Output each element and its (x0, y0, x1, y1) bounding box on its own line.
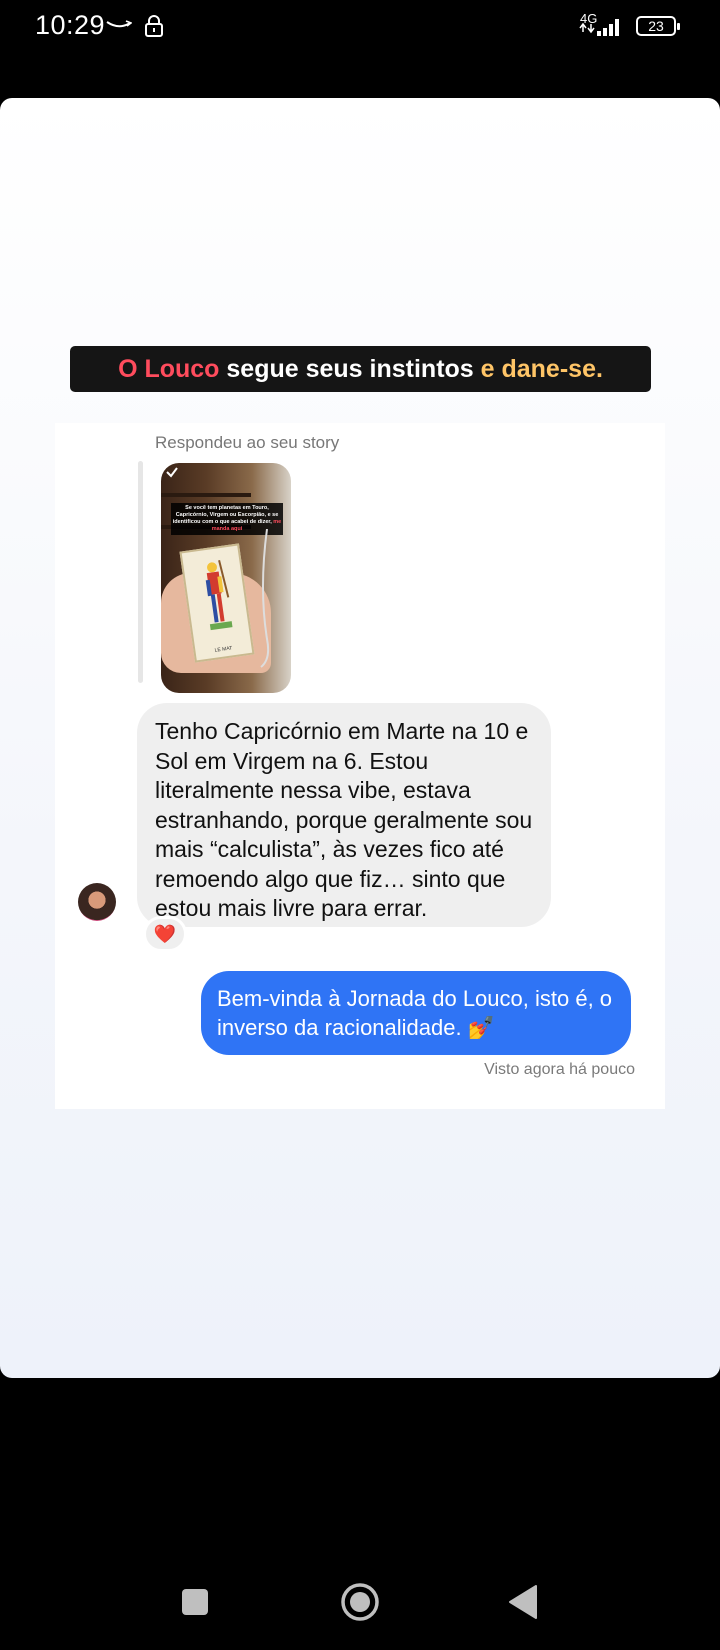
outgoing-message-text: Bem-vinda à Jornada do Louco, isto é, o … (217, 986, 613, 1040)
story-headline: O Louco segue seus instintos e dane-se. (70, 346, 651, 392)
fool-figure (205, 560, 233, 631)
lock-icon (145, 15, 163, 37)
back-icon[interactable] (508, 1584, 538, 1620)
reply-quote-bar (138, 461, 143, 683)
incoming-message-text: Tenho Capricórnio em Marte na 10 e Sol e… (155, 718, 533, 921)
battery-icon: 23 (636, 16, 680, 36)
reaction-emoji: ❤️ (153, 924, 177, 944)
tarot-card-label: LE MAT (214, 645, 233, 654)
thumbnail-caption-line1: Se você tem planetas em Touro, Capricórn… (172, 505, 279, 525)
battery-level: 23 (648, 18, 664, 34)
story-card[interactable]: O Louco segue seus instintos e dane-se. … (0, 98, 720, 1378)
avatar[interactable] (78, 883, 116, 921)
navigation-bar (0, 1560, 720, 1650)
status-time: 10:29 (35, 10, 106, 40)
reply-label: Respondeu ao seu story (155, 433, 340, 452)
recent-apps-icon[interactable] (182, 1589, 208, 1615)
outgoing-message-bubble[interactable]: Bem-vinda à Jornada do Louco, isto é, o … (201, 971, 631, 1055)
story-thumbnail[interactable]: Se você tem planetas em Touro, Capricórn… (161, 463, 291, 693)
chat-screenshot: Respondeu ao seu story Se você tem plane… (55, 423, 665, 1109)
seen-status: Visto agora há pouco (484, 1061, 635, 1078)
home-icon[interactable] (340, 1582, 380, 1622)
amazon-smile-icon (106, 20, 132, 28)
check-icon (166, 467, 178, 478)
headline-part-red: O Louco (118, 355, 220, 383)
headline-part-white: segue seus instintos (219, 355, 481, 383)
bookshelf (161, 493, 251, 497)
incoming-message-bubble[interactable]: Tenho Capricórnio em Marte na 10 e Sol e… (137, 703, 551, 927)
status-bar: 10:29 4G 23 (0, 0, 720, 56)
heart-reaction-icon[interactable]: ❤️ (143, 916, 187, 952)
headline-part-yellow: e dane-se. (480, 355, 603, 383)
cable (260, 529, 270, 668)
signal-icon (579, 19, 619, 36)
